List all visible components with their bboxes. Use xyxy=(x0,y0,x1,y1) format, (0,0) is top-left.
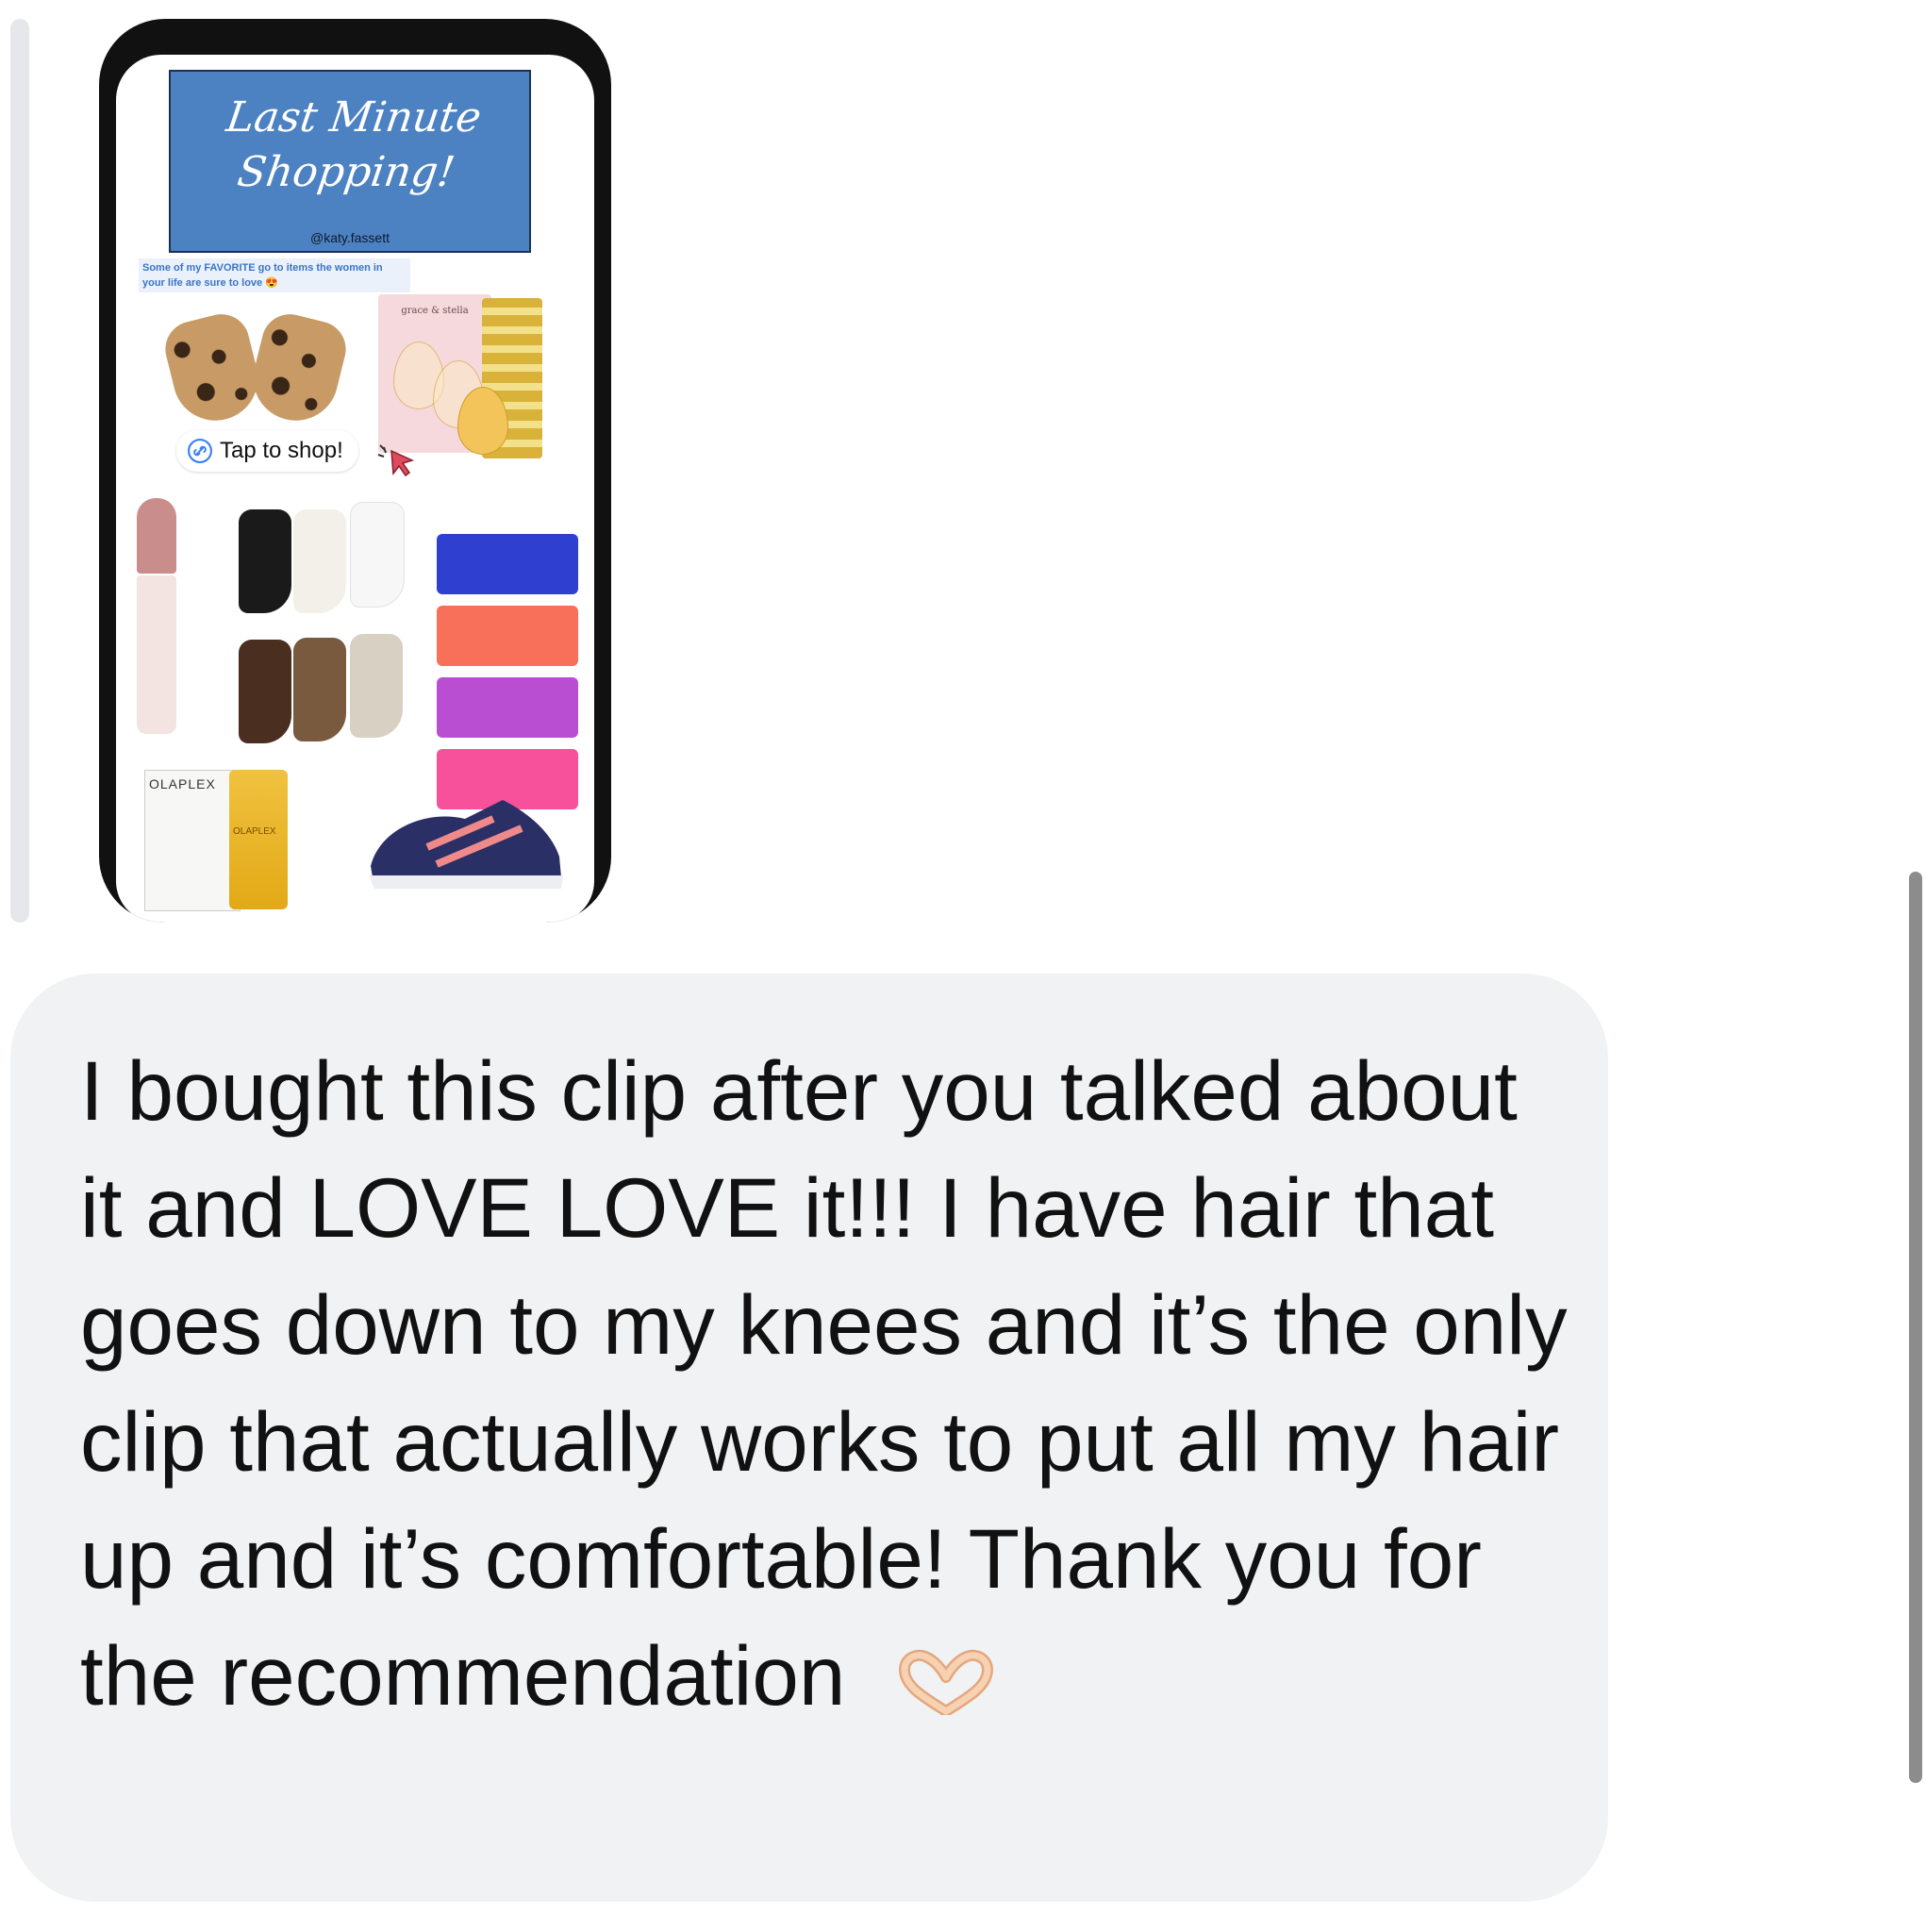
claw-clip-image xyxy=(159,308,359,430)
link-icon xyxy=(188,439,212,463)
sneaker-image xyxy=(369,800,563,889)
banner-handle: @katy.fassett xyxy=(310,230,390,245)
reply-indicator-bar xyxy=(10,19,29,923)
story-banner: Last Minute Shopping! @katy.fassett xyxy=(169,70,531,253)
headband-blue-image xyxy=(437,534,578,594)
sock-oatmeal-image xyxy=(350,634,403,738)
sock-brown-image xyxy=(239,640,291,743)
story-screen: Last Minute Shopping! @katy.fassett Some… xyxy=(116,55,594,923)
lip-balm-image xyxy=(137,498,176,734)
tap-to-shop-label: Tap to shop! xyxy=(220,438,343,463)
heart-hands-emoji-icon xyxy=(899,1650,994,1716)
story-reply-thumbnail[interactable]: Last Minute Shopping! @katy.fassett Some… xyxy=(99,19,611,923)
banner-title-line1: Last Minute xyxy=(223,93,485,142)
tap-to-shop-link[interactable]: Tap to shop! xyxy=(176,430,358,472)
olaplex-box-image: OLAPLEX xyxy=(144,770,241,911)
olaplex-bottle-image: OLAPLEX xyxy=(229,770,288,909)
sock-black-image xyxy=(239,509,291,613)
vertical-scrollbar[interactable] xyxy=(1909,872,1922,1783)
headband-coral-image xyxy=(437,606,578,666)
story-subtitle: Some of my FAVORITE go to items the wome… xyxy=(139,258,410,292)
banner-title-line2: Shopping! xyxy=(234,148,458,196)
olaplex-box-label: OLAPLEX xyxy=(149,776,216,791)
eye-mask-brand-label: grace & stella xyxy=(401,306,469,316)
banner-title: Last Minute Shopping! xyxy=(163,91,537,200)
headband-purple-image xyxy=(437,677,578,738)
sock-tan-image xyxy=(293,638,346,741)
message-text-block: I bought this clip after you talked abou… xyxy=(80,1032,1570,1734)
sock-cream-image xyxy=(293,509,346,613)
message-text: I bought this clip after you talked abou… xyxy=(80,1043,1568,1723)
cursor-click-icon xyxy=(377,444,415,477)
message-bubble[interactable]: I bought this clip after you talked abou… xyxy=(10,974,1608,1902)
sock-white-image xyxy=(350,502,405,608)
olaplex-bottle-label: OLAPLEX xyxy=(233,826,276,837)
